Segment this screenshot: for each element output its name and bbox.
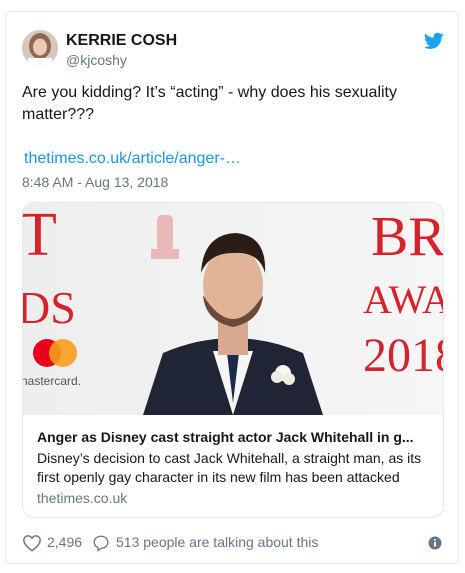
backdrop-right-2: AWA	[363, 277, 443, 322]
display-name[interactable]: KERRIE COSH	[66, 32, 177, 50]
backdrop-left-1: T	[23, 203, 57, 269]
user-handle[interactable]: @kjcoshy	[66, 52, 127, 68]
timestamp[interactable]: 8:48 AM - Aug 13, 2018	[22, 174, 168, 190]
card-title[interactable]: Anger as Disney cast straight actor Jack…	[37, 429, 433, 445]
reply-bubble-icon[interactable]	[92, 534, 110, 552]
mastercard-logo	[33, 339, 77, 367]
backdrop-right-1: BR	[371, 206, 443, 268]
card-domain: thetimes.co.uk	[37, 490, 128, 506]
avatar-image	[22, 30, 58, 66]
info-icon[interactable]	[428, 536, 442, 550]
tweet-embed: KERRIE COSH @kjcoshy Are you kidding? It…	[5, 11, 459, 564]
like-count[interactable]: 2,496	[47, 534, 82, 550]
talking-count[interactable]: 513 people are talking about this	[116, 534, 318, 550]
backdrop-left-2: DS	[23, 282, 76, 333]
backdrop-right-3: 2018	[363, 329, 443, 382]
backdrop-left-3: nastercard.	[23, 374, 81, 388]
twitter-bird-icon[interactable]	[424, 32, 444, 50]
tweet-link[interactable]: thetimes.co.uk/article/anger-…	[24, 150, 241, 168]
heart-icon[interactable]	[22, 534, 42, 552]
avatar[interactable]	[22, 30, 58, 66]
tweet-text: Are you kidding? It’s “acting” - why doe…	[22, 84, 397, 123]
card-photo: T DS nastercard. BR AWA 2018	[23, 203, 443, 415]
card-description: Disney’s decision to cast Jack Whitehall…	[37, 450, 422, 485]
action-bar: 2,496 513 people are talking about this	[22, 532, 442, 554]
link-card[interactable]: T DS nastercard. BR AWA 2018	[22, 202, 444, 518]
card-image: T DS nastercard. BR AWA 2018	[23, 203, 443, 415]
